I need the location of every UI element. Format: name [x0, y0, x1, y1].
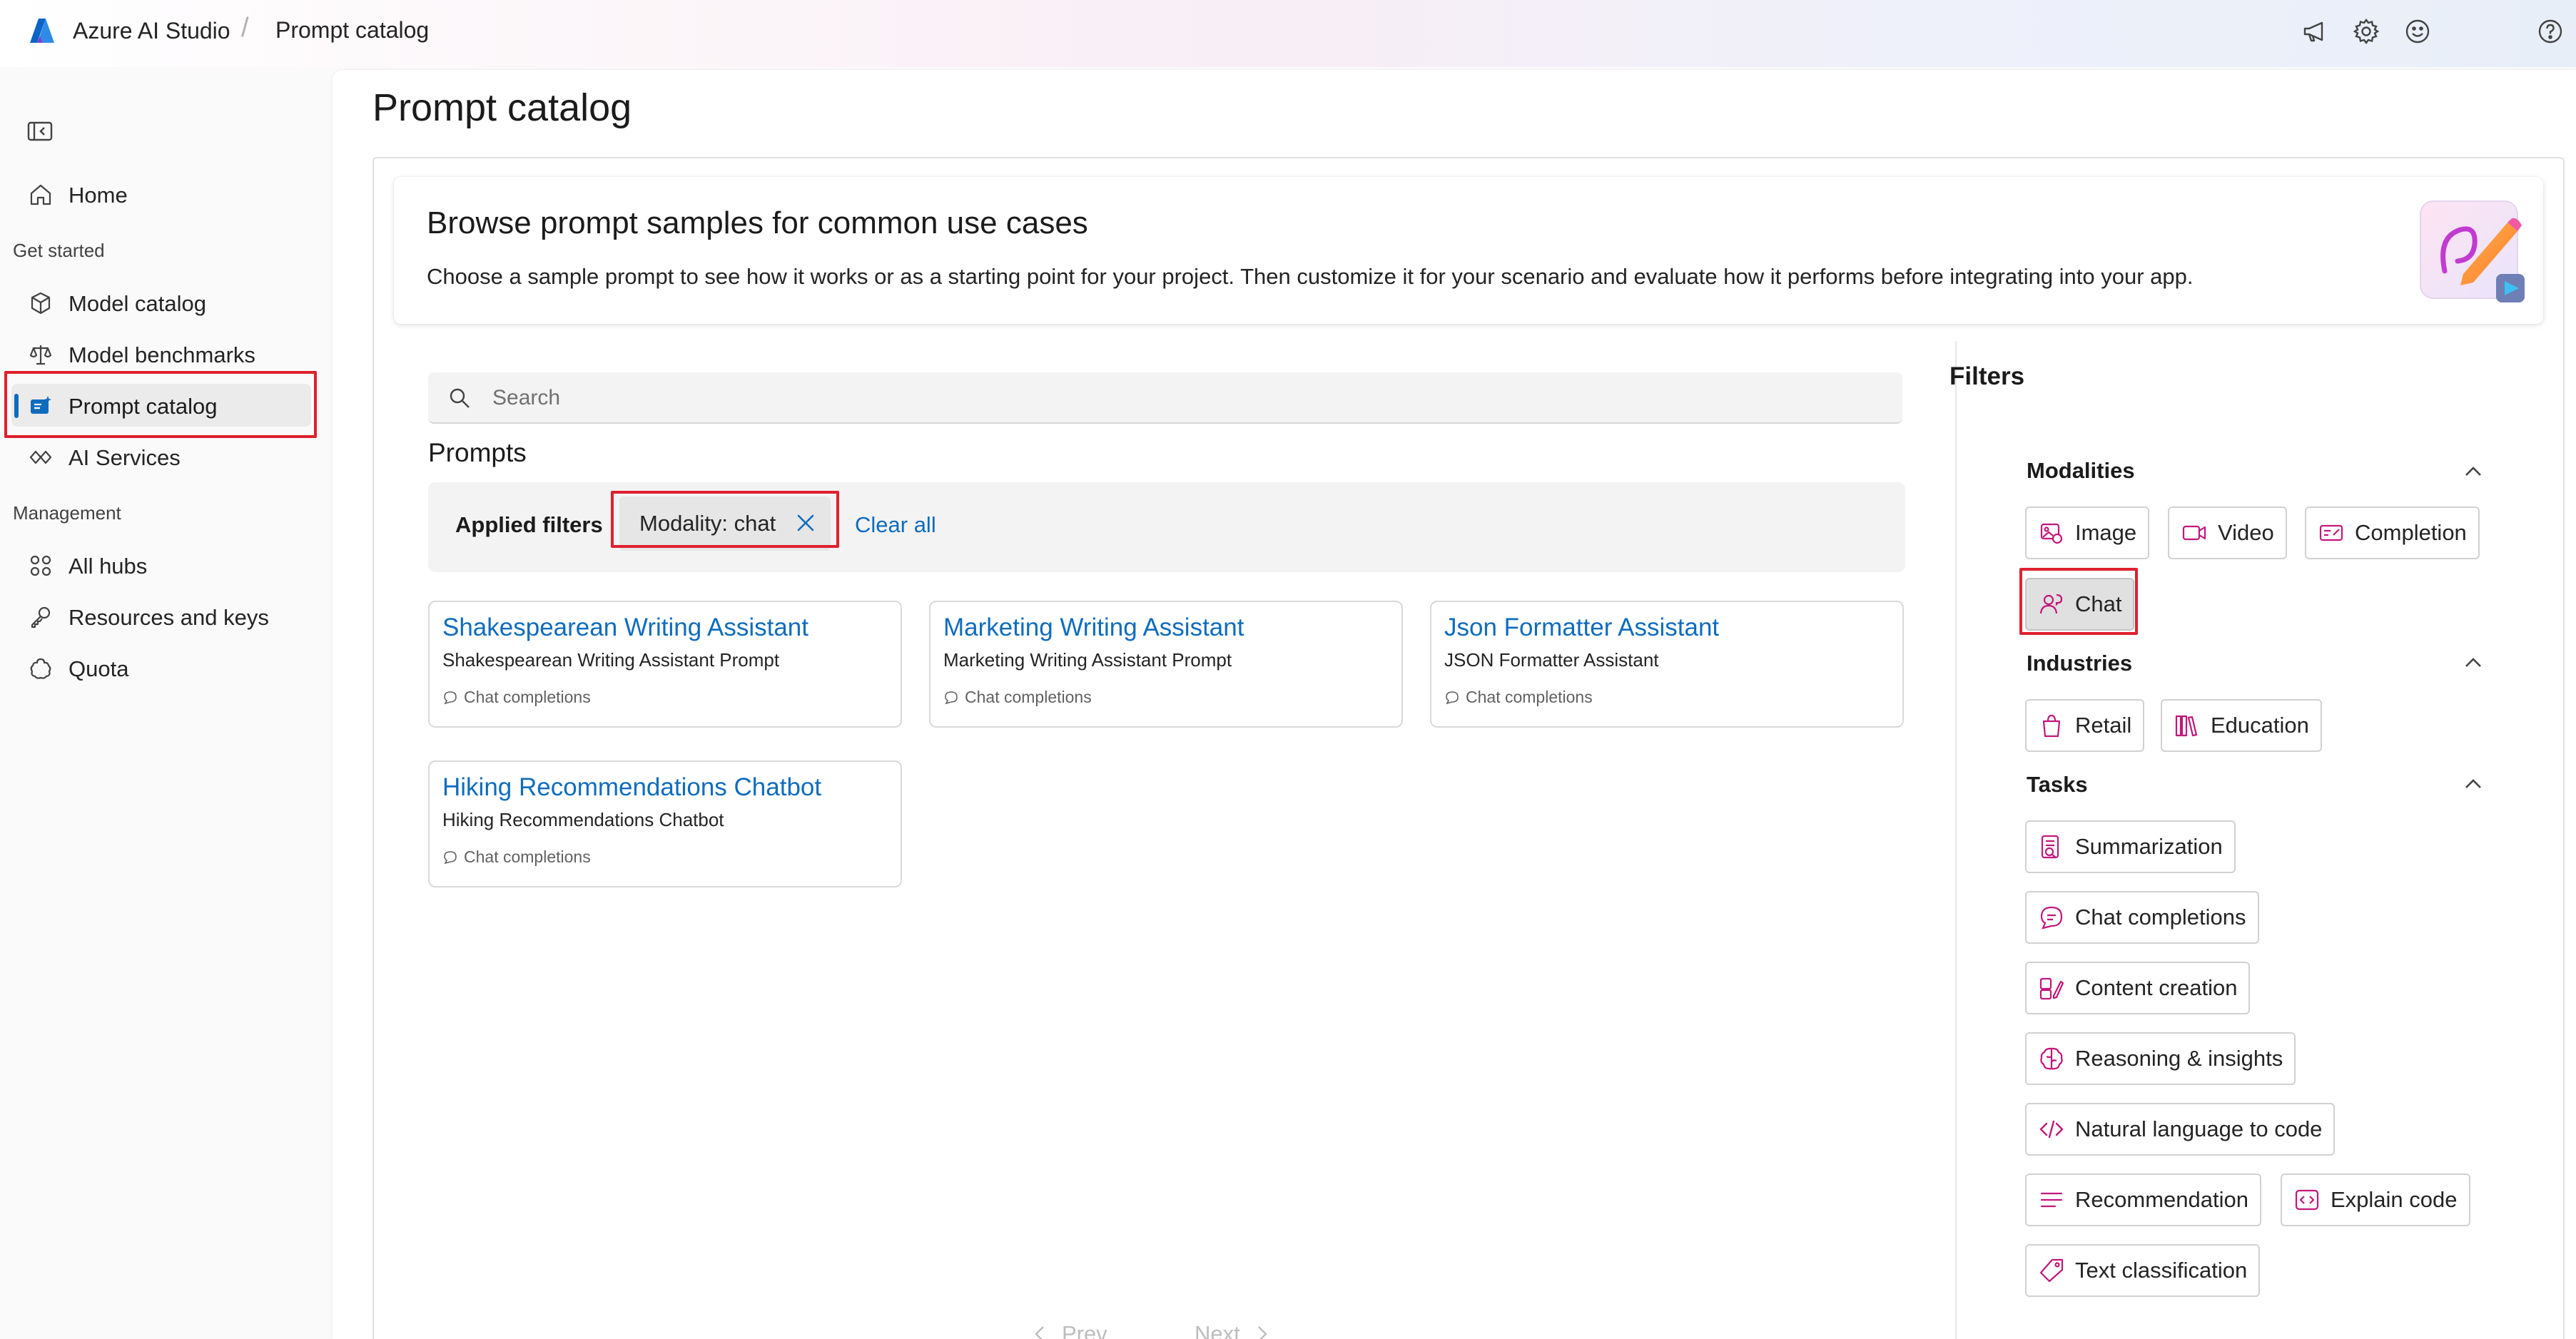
smiley-icon[interactable]: [2400, 14, 2435, 49]
filter-label: Completion: [2355, 520, 2467, 545]
help-icon[interactable]: [2533, 14, 2567, 49]
brand[interactable]: Azure AI Studio: [27, 16, 230, 46]
gear-icon[interactable]: [2349, 14, 2383, 49]
filter-label: Video: [2218, 520, 2274, 545]
chevron-up-icon[interactable]: [2459, 769, 2488, 798]
video-icon: [2182, 525, 2206, 541]
filter-task-chat-completions[interactable]: Chat completions: [2025, 891, 2259, 944]
breadcrumb-current-page[interactable]: Prompt catalog: [275, 17, 429, 44]
filter-label: Education: [2211, 713, 2309, 738]
filter-task-summarization[interactable]: Summarization: [2025, 820, 2236, 873]
industries-heading: Industries: [2027, 651, 2133, 676]
megaphone-icon[interactable]: [2298, 14, 2332, 49]
nav-label-all-hubs: All hubs: [69, 554, 148, 579]
nav-section-management: Management: [13, 502, 121, 524]
nav-item-prompt-catalog[interactable]: Prompt catalog: [11, 384, 311, 427]
nav-item-model-benchmarks[interactable]: Model benchmarks: [11, 332, 311, 375]
brain-icon: [2040, 1047, 2063, 1070]
filter-task-text-classification[interactable]: Text classification: [2025, 1244, 2261, 1297]
tag-icon: [2039, 1258, 2064, 1283]
ai-services-icon: [29, 450, 52, 464]
app-name: Azure AI Studio: [73, 17, 230, 44]
filter-modality-completion[interactable]: Completion: [2305, 506, 2480, 559]
filter-label: Natural language to code: [2075, 1116, 2323, 1141]
quota-icon: [30, 658, 51, 679]
nav-item-model-catalog[interactable]: Model catalog: [11, 281, 311, 324]
breadcrumb-separator: /: [241, 13, 249, 43]
prompt-catalog-icon: [31, 396, 51, 414]
filter-label: Content creation: [2075, 975, 2238, 1000]
azure-logo-icon: [30, 19, 54, 43]
filter-label: Image: [2075, 520, 2137, 545]
filter-industry-education[interactable]: Education: [2161, 699, 2322, 752]
filter-label: Summarization: [2075, 834, 2223, 859]
explain-code-icon: [2295, 1189, 2319, 1211]
scale-icon: [29, 345, 52, 365]
filter-label: Chat completions: [2075, 905, 2246, 930]
nav-item-resources-and-keys[interactable]: Resources and keys: [11, 595, 311, 638]
nav-item-ai-services[interactable]: AI Services: [11, 435, 311, 478]
page-title: Prompt catalog: [372, 86, 632, 129]
nav-section-get-started: Get started: [13, 240, 105, 261]
code-icon: [2039, 1120, 2064, 1139]
nav-item-all-hubs[interactable]: All hubs: [11, 544, 311, 586]
filter-label: Retail: [2075, 713, 2132, 738]
filter-label: Explain code: [2331, 1187, 2458, 1212]
nav-label-home: Home: [69, 183, 128, 208]
nav-label-prompt-catalog: Prompt catalog: [69, 394, 218, 419]
filter-task-reasoning-insights[interactable]: Reasoning & insights: [2025, 1032, 2296, 1085]
modalities-heading: Modalities: [2027, 458, 2135, 483]
tasks-heading: Tasks: [2027, 772, 2088, 797]
filter-task-explain-code[interactable]: Explain code: [2281, 1173, 2470, 1226]
filter-modality-image[interactable]: Image: [2025, 506, 2150, 559]
nav-label-model-catalog: Model catalog: [69, 291, 207, 316]
hubs-icon: [30, 555, 51, 576]
chevron-up-icon[interactable]: [2459, 648, 2488, 676]
image-icon: [2040, 523, 2063, 544]
filter-label: Recommendation: [2075, 1187, 2248, 1212]
completion-icon: [2319, 524, 2343, 541]
filters-heading: Filters: [1949, 362, 2025, 390]
key-icon: [31, 606, 51, 628]
nav-label-quota: Quota: [69, 656, 129, 681]
shopping-bag-icon: [2042, 714, 2061, 738]
filter-label: Text classification: [2075, 1258, 2248, 1283]
cube-icon: [31, 292, 51, 315]
left-nav: Home Get started Model catalog Model ben…: [0, 67, 333, 1339]
home-icon: [30, 184, 51, 205]
filter-task-natural-language-to-code[interactable]: Natural language to code: [2025, 1103, 2336, 1156]
list-icon: [2040, 1192, 2063, 1208]
summarization-icon: [2041, 835, 2059, 859]
nav-item-home[interactable]: Home: [11, 173, 311, 215]
books-icon: [2175, 715, 2198, 737]
filter-label: Reasoning & insights: [2075, 1046, 2283, 1071]
filter-task-recommendation[interactable]: Recommendation: [2025, 1173, 2261, 1226]
filter-label: Chat: [2075, 591, 2122, 616]
nav-item-quota[interactable]: Quota: [11, 646, 311, 689]
filter-modality-video[interactable]: Video: [2168, 506, 2287, 559]
collapse-nav-icon[interactable]: [26, 117, 60, 151]
nav-label-ai-services: AI Services: [69, 445, 181, 470]
chat-bubble-icon: [2040, 906, 2063, 930]
filter-task-content-creation[interactable]: Content creation: [2025, 962, 2251, 1014]
chevron-up-icon[interactable]: [2459, 457, 2488, 485]
nav-label-model-benchmarks: Model benchmarks: [69, 342, 255, 367]
content-creation-icon: [2039, 977, 2064, 1000]
nav-label-resources-and-keys: Resources and keys: [69, 605, 269, 630]
filter-industry-retail[interactable]: Retail: [2025, 699, 2145, 752]
chat-person-icon: [2039, 594, 2063, 614]
filter-modality-chat[interactable]: Chat: [2025, 578, 2135, 631]
top-bar: Azure AI Studio / Prompt catalog: [0, 0, 2576, 67]
